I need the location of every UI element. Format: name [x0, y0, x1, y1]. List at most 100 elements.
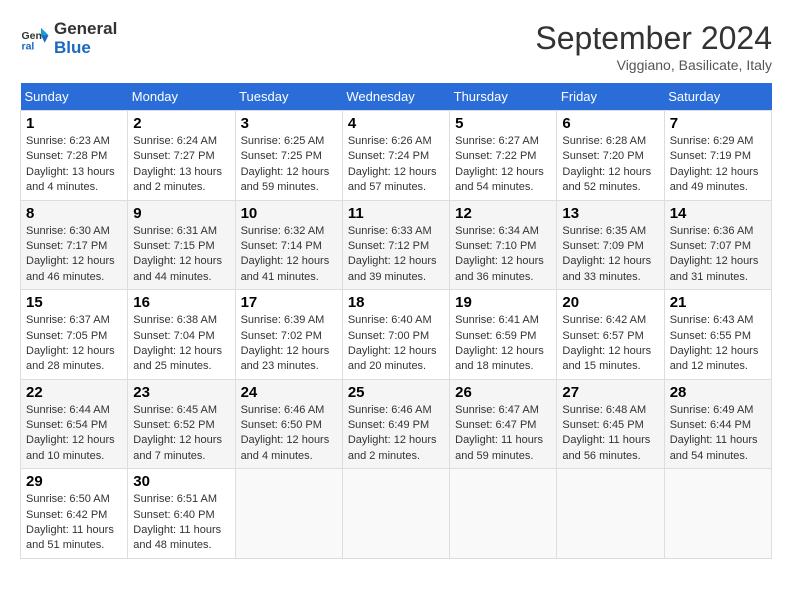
calendar-cell: 28 Sunrise: 6:49 AMSunset: 6:44 PMDayligh…: [664, 379, 771, 469]
day-number: 20: [562, 294, 658, 311]
day-number: 27: [562, 384, 658, 401]
day-number: 12: [455, 205, 551, 222]
day-number: 14: [670, 205, 766, 222]
calendar-cell: 8 Sunrise: 6:30 AMSunset: 7:17 PMDaylight…: [21, 200, 128, 290]
calendar-cell: 19 Sunrise: 6:41 AMSunset: 6:59 PMDayligh…: [450, 290, 557, 380]
day-info: Sunrise: 6:35 AMSunset: 7:09 PMDaylight:…: [562, 224, 658, 286]
column-header-wednesday: Wednesday: [342, 83, 449, 111]
day-info: Sunrise: 6:32 AMSunset: 7:14 PMDaylight:…: [241, 224, 337, 286]
day-info: Sunrise: 6:23 AMSunset: 7:28 PMDaylight:…: [26, 134, 122, 196]
day-number: 29: [26, 473, 122, 490]
day-info: Sunrise: 6:40 AMSunset: 7:00 PMDaylight:…: [348, 313, 444, 375]
logo-text-line2: Blue: [54, 39, 117, 58]
day-info: Sunrise: 6:38 AMSunset: 7:04 PMDaylight:…: [133, 313, 229, 375]
calendar-cell: 27 Sunrise: 6:48 AMSunset: 6:45 PMDayligh…: [557, 379, 664, 469]
day-number: 30: [133, 473, 229, 490]
day-number: 4: [348, 115, 444, 132]
calendar-cell: [450, 469, 557, 559]
calendar-week-row: 15Sunrise: 6:37 AMSunset: 7:05 PMDayligh…: [21, 290, 772, 380]
day-info: Sunrise: 6:45 AMSunset: 6:52 PMDaylight:…: [133, 403, 229, 465]
calendar-cell: [557, 469, 664, 559]
logo-icon: Gene ral: [20, 24, 50, 54]
calendar-cell: [664, 469, 771, 559]
logo-text-line1: General: [54, 20, 117, 39]
calendar-cell: 4 Sunrise: 6:26 AMSunset: 7:24 PMDaylight…: [342, 111, 449, 201]
day-info: Sunrise: 6:46 AMSunset: 6:49 PMDaylight:…: [348, 403, 444, 465]
calendar-cell: 7Sunrise: 6:29 AMSunset: 7:19 PMDaylight…: [664, 111, 771, 201]
calendar-cell: 12 Sunrise: 6:34 AMSunset: 7:10 PMDayligh…: [450, 200, 557, 290]
day-number: 3: [241, 115, 337, 132]
day-info: Sunrise: 6:48 AMSunset: 6:45 PMDaylight:…: [562, 403, 658, 465]
day-info: Sunrise: 6:50 AMSunset: 6:42 PMDaylight:…: [26, 492, 122, 554]
calendar-cell: 23 Sunrise: 6:45 AMSunset: 6:52 PMDayligh…: [128, 379, 235, 469]
day-number: 22: [26, 384, 122, 401]
calendar-cell: [235, 469, 342, 559]
day-info: Sunrise: 6:24 AMSunset: 7:27 PMDaylight:…: [133, 134, 229, 196]
calendar-cell: 6Sunrise: 6:28 AMSunset: 7:20 PMDaylight…: [557, 111, 664, 201]
calendar-cell: 15Sunrise: 6:37 AMSunset: 7:05 PMDayligh…: [21, 290, 128, 380]
day-info: Sunrise: 6:30 AMSunset: 7:17 PMDaylight:…: [26, 224, 122, 286]
calendar-cell: 18 Sunrise: 6:40 AMSunset: 7:00 PMDayligh…: [342, 290, 449, 380]
day-info: Sunrise: 6:41 AMSunset: 6:59 PMDaylight:…: [455, 313, 551, 375]
column-header-tuesday: Tuesday: [235, 83, 342, 111]
calendar-cell: 14 Sunrise: 6:36 AMSunset: 7:07 PMDayligh…: [664, 200, 771, 290]
day-info: Sunrise: 6:51 AMSunset: 6:40 PMDaylight:…: [133, 492, 229, 554]
calendar-cell: 17Sunrise: 6:39 AMSunset: 7:02 PMDayligh…: [235, 290, 342, 380]
day-number: 15: [26, 294, 122, 311]
day-number: 1: [26, 115, 122, 132]
calendar-cell: 10 Sunrise: 6:32 AMSunset: 7:14 PMDayligh…: [235, 200, 342, 290]
day-number: 2: [133, 115, 229, 132]
day-info: Sunrise: 6:34 AMSunset: 7:10 PMDaylight:…: [455, 224, 551, 286]
day-info: Sunrise: 6:43 AMSunset: 6:55 PMDaylight:…: [670, 313, 766, 375]
day-number: 24: [241, 384, 337, 401]
day-info: Sunrise: 6:31 AMSunset: 7:15 PMDaylight:…: [133, 224, 229, 286]
day-info: Sunrise: 6:33 AMSunset: 7:12 PMDaylight:…: [348, 224, 444, 286]
calendar-cell: 30 Sunrise: 6:51 AMSunset: 6:40 PMDayligh…: [128, 469, 235, 559]
day-info: Sunrise: 6:44 AMSunset: 6:54 PMDaylight:…: [26, 403, 122, 465]
day-number: 17: [241, 294, 337, 311]
calendar-table: SundayMondayTuesdayWednesdayThursdayFrid…: [20, 83, 772, 559]
calendar-cell: 5 Sunrise: 6:27 AMSunset: 7:22 PMDaylight…: [450, 111, 557, 201]
column-header-friday: Friday: [557, 83, 664, 111]
day-number: 10: [241, 205, 337, 222]
day-info: Sunrise: 6:47 AMSunset: 6:47 PMDaylight:…: [455, 403, 551, 465]
column-header-sunday: Sunday: [21, 83, 128, 111]
day-number: 18: [348, 294, 444, 311]
day-info: Sunrise: 6:28 AMSunset: 7:20 PMDaylight:…: [562, 134, 658, 196]
day-number: 19: [455, 294, 551, 311]
calendar-cell: [342, 469, 449, 559]
day-number: 5: [455, 115, 551, 132]
title-block: September 2024 Viggiano, Basilicate, Ita…: [535, 20, 772, 73]
day-info: Sunrise: 6:26 AMSunset: 7:24 PMDaylight:…: [348, 134, 444, 196]
calendar-cell: 29 Sunrise: 6:50 AMSunset: 6:42 PMDayligh…: [21, 469, 128, 559]
calendar-cell: 22 Sunrise: 6:44 AMSunset: 6:54 PMDayligh…: [21, 379, 128, 469]
day-number: 26: [455, 384, 551, 401]
calendar-cell: 9Sunrise: 6:31 AMSunset: 7:15 PMDaylight…: [128, 200, 235, 290]
day-number: 28: [670, 384, 766, 401]
calendar-cell: 2 Sunrise: 6:24 AMSunset: 7:27 PMDaylight…: [128, 111, 235, 201]
calendar-cell: 21 Sunrise: 6:43 AMSunset: 6:55 PMDayligh…: [664, 290, 771, 380]
day-number: 21: [670, 294, 766, 311]
location: Viggiano, Basilicate, Italy: [535, 57, 772, 73]
calendar-cell: 26 Sunrise: 6:47 AMSunset: 6:47 PMDayligh…: [450, 379, 557, 469]
logo: Gene ral General Blue: [20, 20, 117, 57]
day-info: Sunrise: 6:36 AMSunset: 7:07 PMDaylight:…: [670, 224, 766, 286]
day-info: Sunrise: 6:49 AMSunset: 6:44 PMDaylight:…: [670, 403, 766, 465]
day-number: 23: [133, 384, 229, 401]
page-header: Gene ral General Blue September 2024 Vig…: [20, 20, 772, 73]
day-info: Sunrise: 6:46 AMSunset: 6:50 PMDaylight:…: [241, 403, 337, 465]
day-info: Sunrise: 6:25 AMSunset: 7:25 PMDaylight:…: [241, 134, 337, 196]
day-number: 25: [348, 384, 444, 401]
calendar-cell: 16 Sunrise: 6:38 AMSunset: 7:04 PMDayligh…: [128, 290, 235, 380]
day-number: 8: [26, 205, 122, 222]
month-title: September 2024: [535, 20, 772, 57]
day-info: Sunrise: 6:29 AMSunset: 7:19 PMDaylight:…: [670, 134, 766, 196]
calendar-cell: 24 Sunrise: 6:46 AMSunset: 6:50 PMDayligh…: [235, 379, 342, 469]
svg-text:ral: ral: [22, 40, 35, 52]
day-info: Sunrise: 6:42 AMSunset: 6:57 PMDaylight:…: [562, 313, 658, 375]
calendar-week-row: 29 Sunrise: 6:50 AMSunset: 6:42 PMDayligh…: [21, 469, 772, 559]
calendar-week-row: 1 Sunrise: 6:23 AMSunset: 7:28 PMDaylight…: [21, 111, 772, 201]
calendar-week-row: 22 Sunrise: 6:44 AMSunset: 6:54 PMDayligh…: [21, 379, 772, 469]
day-info: Sunrise: 6:27 AMSunset: 7:22 PMDaylight:…: [455, 134, 551, 196]
day-number: 16: [133, 294, 229, 311]
